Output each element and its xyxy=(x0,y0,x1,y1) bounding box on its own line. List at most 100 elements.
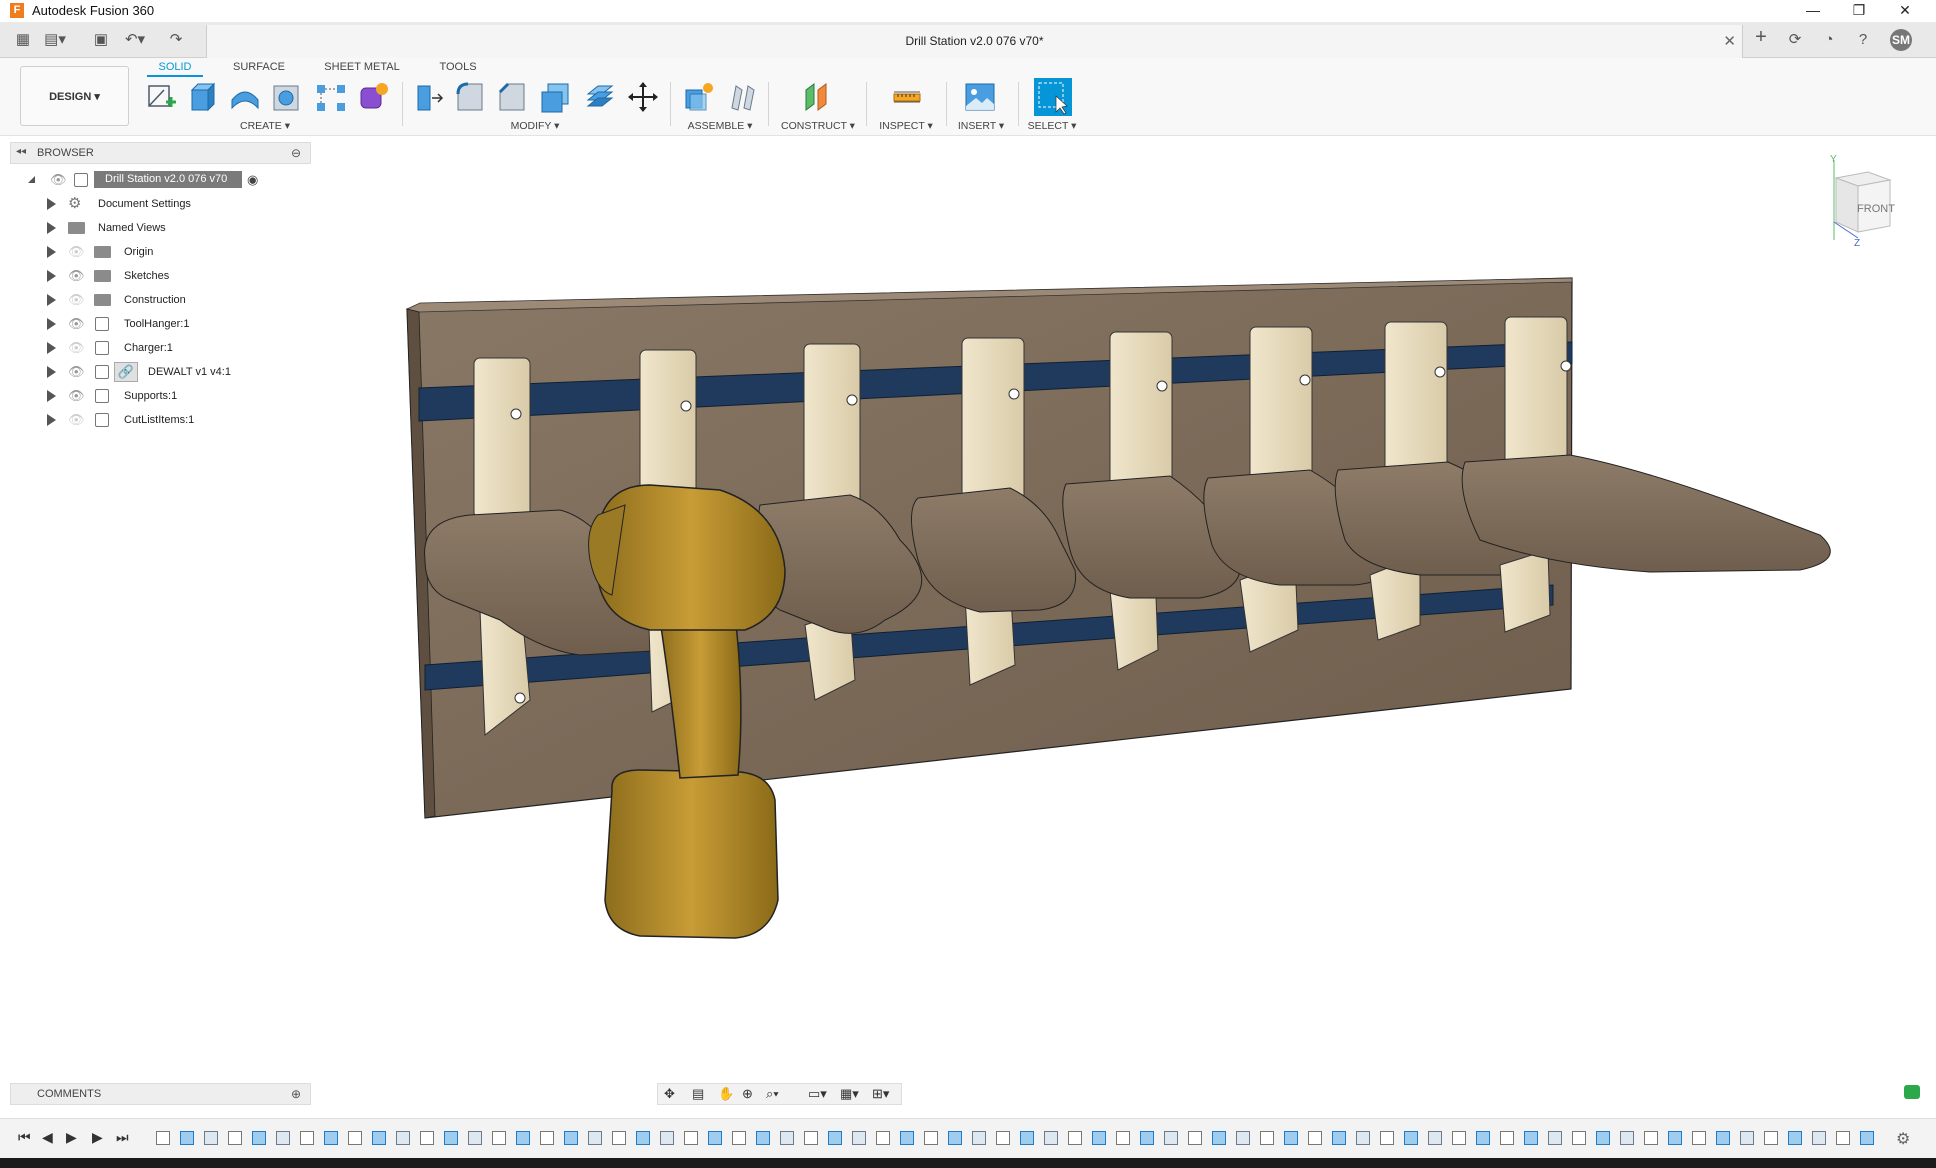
timeline-feature[interactable] xyxy=(1620,1131,1634,1145)
timeline-feature[interactable] xyxy=(1476,1131,1490,1145)
pan-icon[interactable]: ✋ xyxy=(718,1086,734,1102)
timeline-feature[interactable] xyxy=(1116,1131,1130,1145)
select-icon[interactable] xyxy=(1034,78,1072,116)
extensions-icon[interactable]: ⟳ xyxy=(1784,30,1806,50)
hidden-eye-icon[interactable]: 👁 xyxy=(68,292,85,308)
pattern-icon[interactable] xyxy=(314,80,348,114)
grid-icon[interactable]: ▦▾ xyxy=(840,1086,859,1102)
expand-icon[interactable] xyxy=(47,342,56,354)
expand-icon[interactable] xyxy=(47,222,56,234)
timeline-feature[interactable] xyxy=(876,1131,890,1145)
new-tab-icon[interactable]: + xyxy=(1750,27,1772,47)
timeline-feature[interactable] xyxy=(1260,1131,1274,1145)
timeline-feature[interactable] xyxy=(468,1131,482,1145)
comments-panel-header[interactable]: COMMENTS ⊕ xyxy=(10,1083,311,1105)
root-component-label[interactable]: Drill Station v2.0 076 v70 xyxy=(94,171,242,188)
timeline-feature[interactable] xyxy=(1788,1131,1802,1145)
chat-icon[interactable] xyxy=(1904,1085,1920,1099)
timeline-feature[interactable] xyxy=(1692,1131,1706,1145)
timeline-feature[interactable] xyxy=(228,1131,242,1145)
timeline-feature[interactable] xyxy=(1140,1131,1154,1145)
timeline-feature[interactable] xyxy=(540,1131,554,1145)
app-grid-icon[interactable]: ▦ xyxy=(12,30,34,50)
visibility-eye-icon[interactable]: 👁 xyxy=(68,364,85,380)
browser-collapse-icon[interactable]: ⊖ xyxy=(291,146,301,160)
visibility-eye-icon[interactable]: 👁 xyxy=(68,268,85,284)
timeline-feature[interactable] xyxy=(276,1131,290,1145)
step-back-icon[interactable]: ◀ xyxy=(42,1129,53,1146)
timeline-feature[interactable] xyxy=(1740,1131,1754,1145)
timeline-feature[interactable] xyxy=(204,1131,218,1145)
step-forward-icon[interactable]: ▶ xyxy=(92,1129,103,1146)
browser-item-toolhanger[interactable]: 👁 ToolHanger:1 xyxy=(0,314,300,334)
browser-item-cutlistitems[interactable]: 👁 CutListItems:1 xyxy=(0,410,300,430)
new-component-icon[interactable] xyxy=(682,80,716,114)
timeline-feature[interactable] xyxy=(684,1131,698,1145)
hidden-eye-icon[interactable]: 👁 xyxy=(68,244,85,260)
timeline-feature[interactable] xyxy=(1716,1131,1730,1145)
timeline-feature[interactable] xyxy=(324,1131,338,1145)
timeline-feature[interactable] xyxy=(1020,1131,1034,1145)
expand-icon[interactable] xyxy=(47,246,56,258)
construct-group-label[interactable]: CONSTRUCT ▾ xyxy=(780,120,856,132)
zoom-icon[interactable]: ⊕ xyxy=(742,1086,753,1102)
timeline-feature[interactable] xyxy=(1500,1131,1514,1145)
tab-sheet-metal[interactable]: SHEET METAL xyxy=(318,58,406,76)
browser-item-named-views[interactable]: Named Views xyxy=(0,218,300,238)
expand-icon[interactable] xyxy=(47,270,56,282)
file-menu-icon[interactable]: ▤▾ xyxy=(44,30,66,50)
timeline-feature[interactable] xyxy=(300,1131,314,1145)
browser-item-construction[interactable]: 👁 Construction xyxy=(0,290,300,310)
timeline-feature[interactable] xyxy=(1644,1131,1658,1145)
timeline-feature[interactable] xyxy=(1092,1131,1106,1145)
close-window-button[interactable]: ✕ xyxy=(1882,0,1928,22)
timeline-feature[interactable] xyxy=(972,1131,986,1145)
timeline-feature[interactable] xyxy=(372,1131,386,1145)
timeline-feature[interactable] xyxy=(1044,1131,1058,1145)
chamfer-icon[interactable] xyxy=(496,80,530,114)
workspace-switcher-button[interactable]: DESIGN ▾ xyxy=(20,66,129,126)
insert-image-icon[interactable] xyxy=(963,80,997,114)
collapse-root-icon[interactable] xyxy=(28,176,35,183)
timeline-settings-icon[interactable]: ⚙ xyxy=(1896,1129,1910,1149)
timeline-feature[interactable] xyxy=(1068,1131,1082,1145)
timeline-feature[interactable] xyxy=(732,1131,746,1145)
split-body-icon[interactable] xyxy=(582,80,616,114)
measure-icon[interactable] xyxy=(890,80,924,114)
timeline-feature[interactable] xyxy=(660,1131,674,1145)
tab-tools[interactable]: TOOLS xyxy=(432,58,484,76)
timeline-feature[interactable] xyxy=(1332,1131,1346,1145)
play-icon[interactable]: ▶ xyxy=(66,1129,77,1146)
timeline-feature[interactable] xyxy=(492,1131,506,1145)
browser-item-sketches[interactable]: 👁 Sketches xyxy=(0,266,300,286)
timeline-feature[interactable] xyxy=(420,1131,434,1145)
modify-group-label[interactable]: MODIFY ▾ xyxy=(500,120,570,132)
expand-icon[interactable] xyxy=(47,390,56,402)
move-copy-icon[interactable] xyxy=(626,80,660,114)
timeline-feature[interactable] xyxy=(588,1131,602,1145)
browser-item-supports[interactable]: 👁 Supports:1 xyxy=(0,386,300,406)
expand-icon[interactable] xyxy=(47,318,56,330)
look-at-icon[interactable]: ▤ xyxy=(692,1086,704,1102)
help-icon[interactable]: ? xyxy=(1852,30,1874,50)
timeline-feature[interactable] xyxy=(1452,1131,1466,1145)
timeline-feature[interactable] xyxy=(900,1131,914,1145)
timeline-feature[interactable] xyxy=(1380,1131,1394,1145)
shell-icon[interactable] xyxy=(538,80,572,114)
rewind-icon[interactable]: ⏮ xyxy=(18,1129,31,1146)
joint-icon[interactable] xyxy=(726,80,760,114)
tab-surface[interactable]: SURFACE xyxy=(228,58,290,76)
timeline-feature[interactable] xyxy=(612,1131,626,1145)
browser-item-origin[interactable]: 👁 Origin xyxy=(0,242,300,262)
create-sketch-icon[interactable] xyxy=(144,80,178,114)
press-pull-icon[interactable] xyxy=(412,80,446,114)
close-document-icon[interactable]: ✕ xyxy=(1723,32,1736,50)
select-group-label[interactable]: SELECT ▾ xyxy=(1024,120,1080,132)
timeline-feature[interactable] xyxy=(1812,1131,1826,1145)
display-settings-icon[interactable]: ▭▾ xyxy=(808,1086,827,1102)
timeline-feature[interactable] xyxy=(1860,1131,1874,1145)
activate-radio-icon[interactable]: ◉ xyxy=(247,172,258,188)
timeline-feature[interactable] xyxy=(708,1131,722,1145)
timeline-feature[interactable] xyxy=(1404,1131,1418,1145)
hidden-eye-icon[interactable]: 👁 xyxy=(68,412,85,428)
